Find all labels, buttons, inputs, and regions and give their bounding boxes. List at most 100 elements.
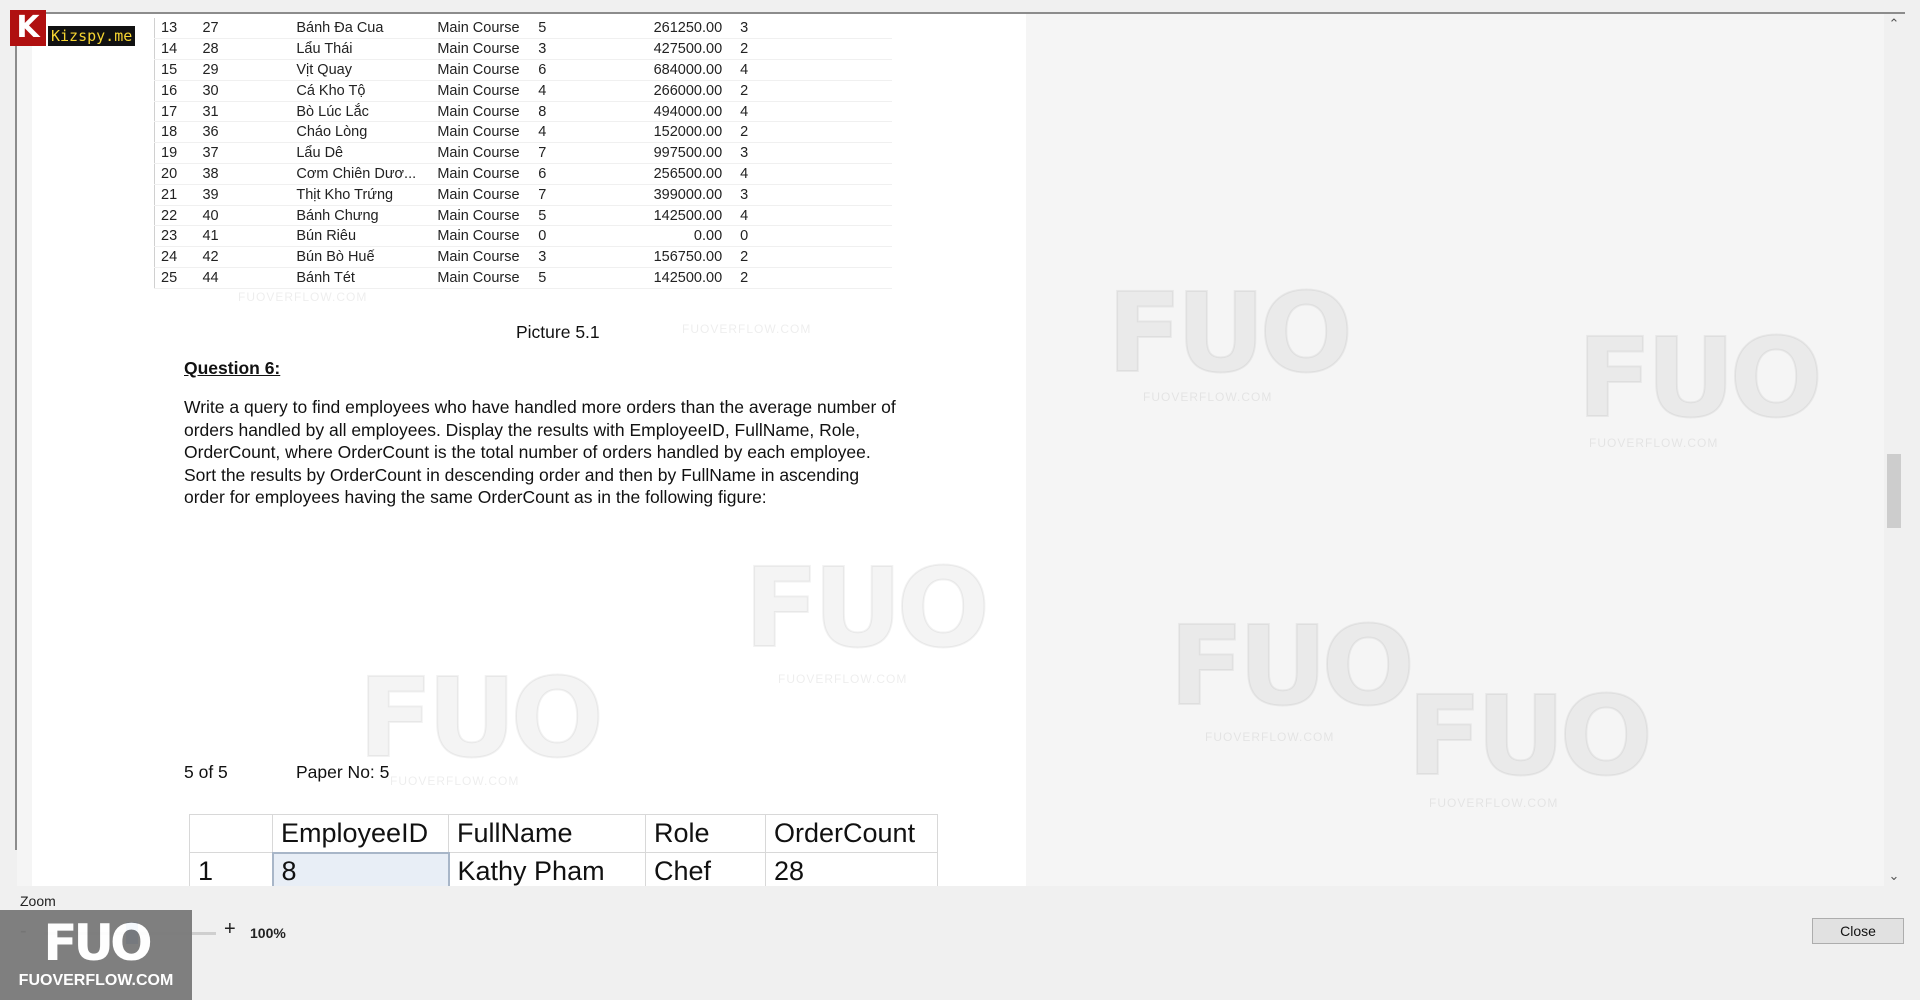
table-cell: 37: [196, 142, 291, 165]
column-header: [189, 814, 273, 853]
table-cell: 22: [154, 205, 197, 227]
table-cell: 17: [154, 101, 197, 123]
question-line: Write a query to find employees who have…: [184, 397, 896, 417]
table-cell: Thịt Kho Trứng: [290, 184, 432, 206]
paper-number: Paper No: 5: [296, 762, 390, 782]
table-cell: Vịt Quay: [290, 59, 432, 81]
table-cell: 14: [154, 38, 197, 61]
table-cell: 0.00: [636, 225, 735, 248]
question-line: order for employees having the same Orde…: [184, 487, 767, 508]
table-cell: 266000.00: [636, 80, 735, 102]
table-cell: Bún Riêu: [290, 225, 432, 248]
column-header: EmployeeID: [272, 814, 449, 853]
table-header-row: EmployeeID FullName Role OrderCount: [189, 814, 938, 853]
table-cell: 142500.00: [636, 267, 735, 289]
window-border: [15, 12, 17, 850]
table-cell: 4: [734, 59, 892, 81]
table-cell: 2: [734, 267, 892, 289]
watermark-site: FUOVERFLOW.COM: [682, 322, 812, 336]
zoom-in-button[interactable]: +: [224, 918, 236, 941]
table-cell: 3: [734, 142, 892, 165]
table-row: 13 27 Bánh Đa Cua Main Course 5 261250.00 3: [154, 18, 892, 40]
table-row: 15 29 Vịt Quay Main Course 6 684000.00 4: [154, 59, 892, 81]
table-cell: 16: [154, 80, 197, 102]
table-cell: 6: [532, 59, 637, 81]
table-cell: Bánh Tét: [290, 267, 432, 289]
column-header: OrderCount: [765, 814, 938, 853]
table-cell: 8: [271, 851, 450, 886]
table-cell: 684000.00: [636, 59, 735, 81]
page-number: 5 of 5: [184, 762, 228, 782]
table-cell: 4: [532, 80, 637, 102]
table-cell: 24: [154, 246, 197, 269]
employee-result-table: EmployeeID FullName Role OrderCount 1 8 …: [189, 814, 938, 886]
watermark-site: FUOVERFLOW.COM: [778, 672, 908, 686]
watermark-site: FUOVERFLOW.COM: [1589, 436, 1719, 450]
table-cell: 30: [196, 80, 291, 102]
table-cell: 0: [734, 225, 892, 248]
table-cell: 4: [734, 101, 892, 123]
bottom-toolbar: [0, 886, 1920, 1000]
table-cell: 8: [532, 101, 637, 123]
watermark-site: FUOVERFLOW.COM: [1205, 730, 1335, 744]
kizspy-logo: K: [10, 10, 46, 46]
document-viewer[interactable]: FUO FUOVERFLOW.COM FUO FUOVERFLOW.COM FU…: [17, 14, 1887, 886]
table-cell: 5: [532, 18, 637, 40]
watermark-logo: FUO: [1576, 313, 1824, 443]
table-row: 25 44 Bánh Tét Main Course 5 142500.00 2: [154, 267, 892, 289]
document-page: FUO FUOVERFLOW.COM FUO FUOVERFLOW.COM FU…: [32, 14, 1026, 886]
zoom-label: Zoom: [20, 893, 56, 909]
table-cell: Bò Lúc Lắc: [290, 101, 432, 123]
table-cell: Main Course: [431, 18, 533, 40]
table-row: 1 8 Kathy Pham Chef 28: [189, 851, 938, 886]
table-cell: Main Course: [431, 267, 533, 289]
table-cell: 2: [734, 38, 892, 61]
table-cell: 28: [765, 852, 938, 886]
table-row: 18 36 Cháo Lòng Main Course 4 152000.00 2: [154, 121, 892, 144]
table-cell: 39: [196, 184, 291, 206]
scroll-up-icon[interactable]: ⌃: [1884, 14, 1904, 34]
table-cell: 427500.00: [636, 38, 735, 61]
table-cell: Bánh Chưng: [290, 205, 432, 227]
table-row: 24 42 Bún Bò Huế Main Course 3 156750.00 2: [154, 246, 892, 269]
table-cell: 31: [196, 101, 291, 123]
table-cell: Main Course: [431, 205, 533, 227]
vertical-scrollbar[interactable]: ⌃ ⌄: [1884, 14, 1904, 886]
print-preview-window: FUO FUOVERFLOW.COM FUO FUOVERFLOW.COM FU…: [0, 0, 1920, 1000]
table-cell: 4: [734, 163, 892, 185]
watermark-logo: FUO: [1168, 601, 1416, 731]
scrollbar-thumb[interactable]: [1887, 454, 1901, 528]
row-number: 1: [189, 852, 273, 886]
table-cell: 0: [532, 225, 637, 248]
fuo-logo: FUO: [43, 914, 152, 972]
watermark-site: FUOVERFLOW.COM: [390, 774, 520, 788]
table-cell: Kathy Pham: [448, 852, 646, 886]
table-row: 17 31 Bò Lúc Lắc Main Course 8 494000.00 4: [154, 101, 892, 123]
column-header: FullName: [448, 814, 646, 853]
question-line: Sort the results by OrderCount in descen…: [184, 464, 860, 485]
column-header: Role: [645, 814, 766, 853]
table-cell: 13: [154, 18, 197, 40]
table-cell: 18: [154, 121, 197, 144]
scroll-down-icon[interactable]: ⌄: [1884, 866, 1904, 886]
table-cell: Main Course: [431, 121, 533, 144]
table-cell: Main Course: [431, 101, 533, 123]
table-cell: Main Course: [431, 246, 533, 269]
table-cell: 3: [532, 246, 637, 269]
table-cell: 2: [734, 246, 892, 269]
table-cell: 3: [734, 184, 892, 206]
table-cell: 21: [154, 184, 197, 206]
table-cell: 25: [154, 267, 197, 289]
table-row: 14 28 Lẩu Thái Main Course 3 427500.00 2: [154, 38, 892, 61]
table-cell: 4: [532, 121, 637, 144]
table-cell: 2: [734, 80, 892, 102]
table-cell: 261250.00: [636, 18, 735, 40]
table-cell: Main Course: [431, 80, 533, 102]
table-cell: 41: [196, 225, 291, 248]
watermark-site: FUOVERFLOW.COM: [1429, 796, 1559, 810]
table-cell: Main Course: [431, 38, 533, 61]
table-cell: 156750.00: [636, 246, 735, 269]
watermark-site: FUOVERFLOW.COM: [238, 290, 368, 304]
table-cell: 19: [154, 142, 197, 165]
close-button[interactable]: Close: [1812, 918, 1904, 944]
